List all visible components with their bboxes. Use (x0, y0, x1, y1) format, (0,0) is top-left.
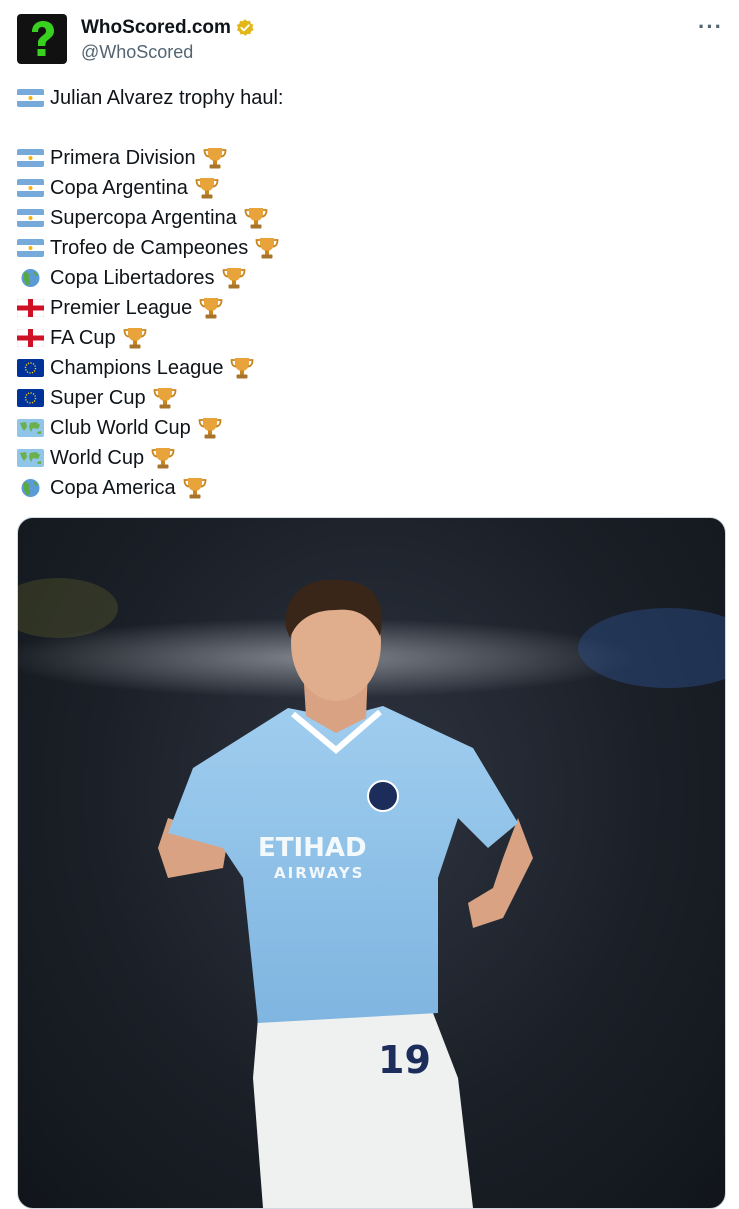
argentina-flag-icon (17, 179, 44, 197)
trophy-icon (199, 298, 223, 319)
globe-americas-icon (21, 479, 40, 497)
trophy-label: Club World Cup (50, 417, 191, 439)
trophy-icon (255, 238, 279, 259)
world-map-icon (17, 419, 44, 437)
player-photo: 19 ETIHAD AIRWAYS (18, 578, 725, 1208)
trophy-line: FA Cup (17, 323, 722, 353)
trophy-line: Copa America (17, 473, 722, 503)
trophy-label: Super Cup (50, 387, 146, 409)
trophy-label: Primera Division (50, 147, 196, 169)
argentina-flag-icon (17, 209, 44, 227)
eu-flag-icon (17, 389, 44, 407)
eu-flag-icon (17, 359, 44, 377)
club-crest-icon (367, 780, 399, 812)
trophy-icon (231, 358, 254, 379)
trophy-icon (195, 178, 219, 199)
trophy-icon (151, 448, 175, 469)
more-options-icon[interactable]: ··· (698, 14, 723, 40)
verified-badge-icon (236, 19, 254, 36)
trophy-icon (153, 388, 177, 409)
trophy-icon (222, 268, 245, 289)
trophy-label: Copa Argentina (50, 177, 188, 199)
trophy-line: Primera Division (17, 143, 722, 173)
display-name[interactable]: WhoScored.com (81, 16, 231, 40)
trophy-icon (198, 418, 222, 439)
trophy-line: Champions League (17, 353, 722, 383)
trophy-label: Supercopa Argentina (50, 207, 237, 229)
england-flag-icon (17, 329, 44, 347)
trophy-label: Champions League (50, 357, 224, 379)
england-flag-icon (17, 299, 44, 317)
tweet-photo[interactable]: 19 ETIHAD AIRWAYS (17, 517, 726, 1209)
shorts-number: 19 (378, 1038, 431, 1082)
trophy-line: Premier League (17, 293, 722, 323)
argentina-flag-icon (17, 239, 44, 257)
trophy-line: Super Cup (17, 383, 722, 413)
avatar[interactable] (17, 14, 67, 64)
trophy-label: World Cup (50, 447, 145, 469)
tweet-header: WhoScored.com @WhoScored ··· (17, 14, 727, 66)
trophy-line: Copa Argentina (17, 173, 722, 203)
trophy-icon (244, 208, 268, 229)
handle[interactable]: @WhoScored (81, 40, 255, 64)
tweet-intro: Julian Alvarez trophy haul: (50, 87, 284, 109)
display-name-row[interactable]: WhoScored.com (81, 16, 255, 40)
tweet-text: Julian Alvarez trophy haul: Primera Divi… (17, 83, 722, 503)
trophy-line: Club World Cup (17, 413, 722, 443)
trophy-icon (203, 148, 226, 169)
trophy-label: Copa Libertadores (50, 267, 215, 289)
trophy-icon (183, 478, 207, 499)
trophy-line: Copa Libertadores (17, 263, 722, 293)
trophy-label: Trofeo de Campeones (50, 237, 249, 259)
trophy-label: Premier League (50, 297, 193, 319)
trophy-label: FA Cup (50, 327, 116, 349)
trophy-label: Copa America (50, 477, 176, 499)
shirt-sponsor-line1: ETIHAD (258, 833, 367, 863)
white-shorts (253, 1013, 473, 1208)
author-info: WhoScored.com @WhoScored (81, 16, 255, 64)
green-question-mark-icon (32, 21, 54, 56)
trophy-line: Trofeo de Campeones (17, 233, 722, 263)
argentina-flag-icon (17, 89, 44, 107)
argentina-flag-icon (17, 149, 44, 167)
globe-americas-icon (21, 269, 40, 287)
trophy-line: World Cup (17, 443, 722, 473)
shirt-sponsor-line2: AIRWAYS (274, 864, 364, 882)
trophy-line: Supercopa Argentina (17, 203, 722, 233)
tweet-intro-line: Julian Alvarez trophy haul: (17, 83, 722, 113)
world-map-icon (17, 449, 44, 467)
trophy-icon (123, 328, 147, 349)
trophy-list: Primera Division Copa Argentina Supercopa … (17, 143, 722, 503)
